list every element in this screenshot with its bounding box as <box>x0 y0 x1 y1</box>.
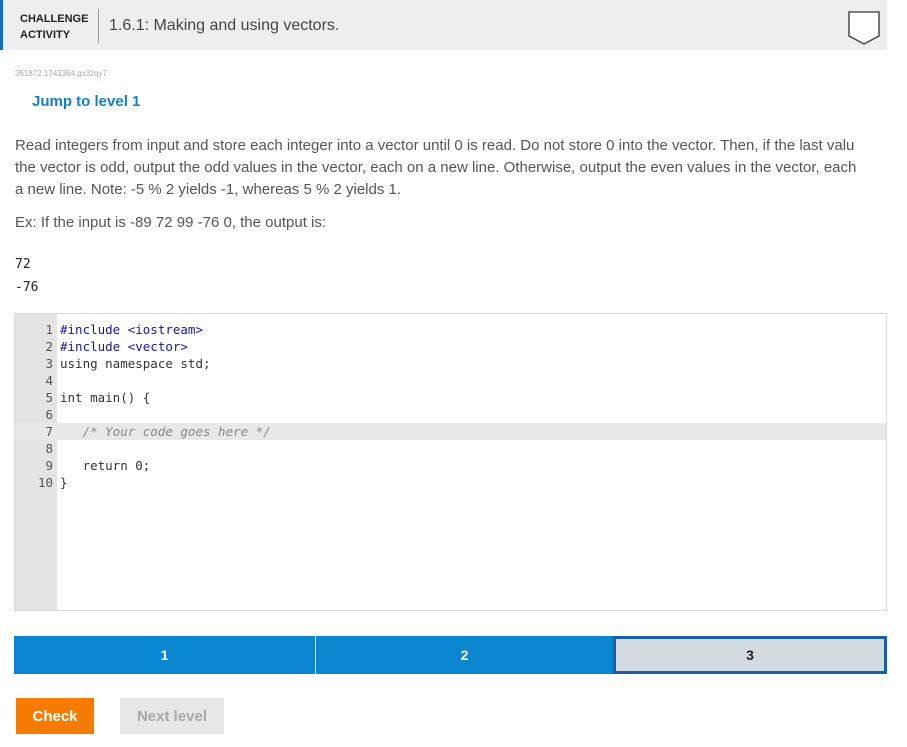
line-number: 1 <box>45 322 53 337</box>
line-number: 7 <box>45 424 53 439</box>
output-line: -76 <box>15 280 39 295</box>
code-editor[interactable]: 1 #include <iostream> 2 #include <vector> 3 u… <box>14 313 887 611</box>
level-2-tab[interactable]: 2 <box>316 636 613 674</box>
badge-line-1: CHALLENGE <box>20 13 89 25</box>
line-number: 6 <box>45 407 53 422</box>
activity-header: CHALLENGE ACTIVITY 1.6.1: Making and usi… <box>0 0 887 50</box>
code-text[interactable]: /* Your code goes here */ <box>60 423 271 440</box>
example-text: Ex: If the input is -89 72 99 -76 0, the… <box>15 214 327 231</box>
line-number: 3 <box>45 356 53 371</box>
expected-output: 72 -76 <box>15 253 38 299</box>
code-line[interactable]: 4 <box>15 372 886 389</box>
line-number: 2 <box>45 339 53 354</box>
description-line-2: the vector is odd, output the odd values… <box>15 159 857 176</box>
level-progress: 1 2 3 <box>14 636 887 674</box>
next-level-button[interactable]: Next level <box>120 698 224 734</box>
code-line[interactable]: 9 return 0; <box>15 457 886 474</box>
code-line[interactable]: 5 int main() { <box>15 389 886 406</box>
output-line: 72 <box>15 257 31 272</box>
line-number: 8 <box>45 441 53 456</box>
problem-description: Read integers from input and store each … <box>15 135 895 201</box>
level-3-tab[interactable]: 3 <box>613 636 887 674</box>
activity-seed: 361872.1743364.qx3zqy7 <box>15 69 108 78</box>
badge-line-2: ACTIVITY <box>20 29 71 41</box>
code-line[interactable]: 10} <box>15 474 886 491</box>
shield-outline-icon <box>848 11 880 45</box>
code-line[interactable]: 1 #include <iostream> <box>15 321 886 338</box>
description-line-1: Read integers from input and store each … <box>15 137 855 154</box>
code-area[interactable]: 1 #include <iostream> 2 #include <vector> 3 u… <box>15 321 886 491</box>
code-text[interactable]: return 0; <box>60 457 151 474</box>
code-line[interactable]: 7 /* Your code goes here */ <box>15 423 886 440</box>
level-1-tab[interactable]: 1 <box>14 636 315 674</box>
code-line[interactable]: 3 using namespace std; <box>15 355 886 372</box>
line-number: 4 <box>45 373 53 388</box>
jump-to-level-link[interactable]: Jump to level 1 <box>32 93 140 110</box>
code-text[interactable]: #include <iostream> <box>60 321 203 338</box>
header-divider <box>98 9 99 43</box>
code-text[interactable]: } <box>60 474 68 491</box>
line-number: 5 <box>45 390 53 405</box>
code-text[interactable]: int main() { <box>60 389 150 406</box>
line-number: 9 <box>45 458 53 473</box>
code-text[interactable]: #include <vector> <box>60 338 188 355</box>
code-line[interactable]: 2 #include <vector> <box>15 338 886 355</box>
code-text[interactable]: using namespace std; <box>60 355 211 372</box>
challenge-activity-badge: CHALLENGE ACTIVITY <box>20 11 90 43</box>
activity-title: 1.6.1: Making and using vectors. <box>109 17 340 34</box>
code-line[interactable]: 8 <box>15 440 886 457</box>
code-line[interactable]: 6 <box>15 406 886 423</box>
check-button[interactable]: Check <box>16 698 94 734</box>
line-number: 10 <box>37 475 53 490</box>
description-line-3: a new line. Note: -5 % 2 yields -1, wher… <box>15 181 402 198</box>
